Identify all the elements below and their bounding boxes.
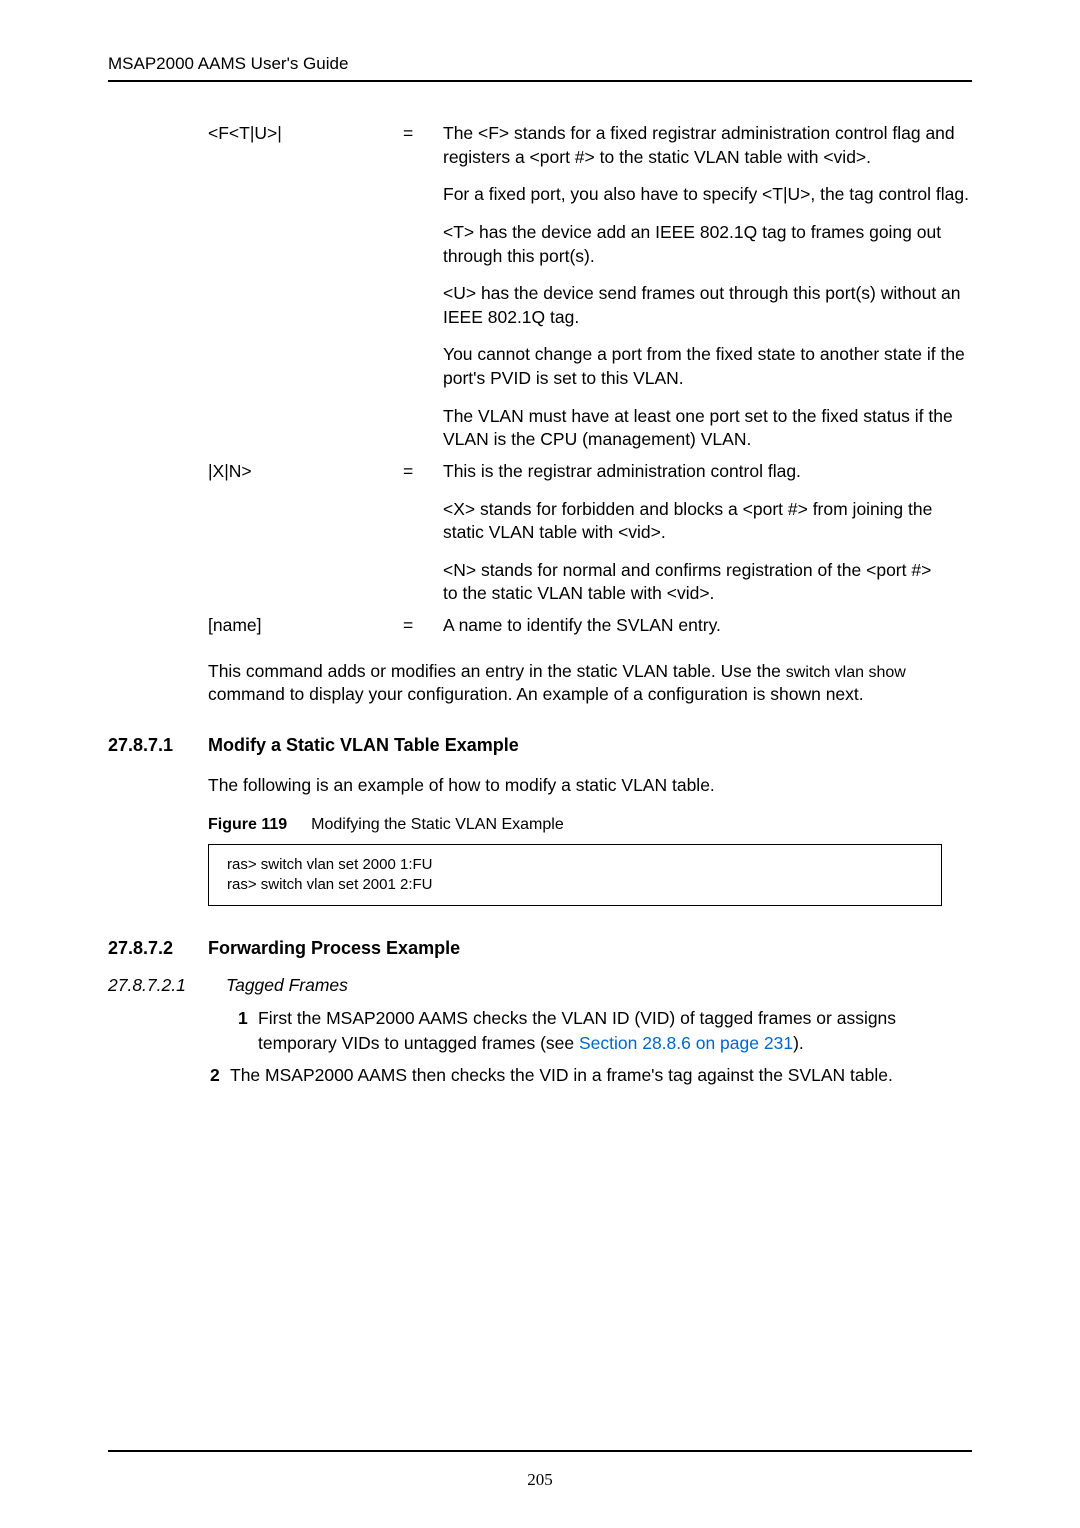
- section-title: Forwarding Process Example: [208, 938, 460, 959]
- list-text-run: ).: [793, 1033, 804, 1053]
- section-title: Modify a Static VLAN Table Example: [208, 735, 519, 756]
- numbered-list: 1 First the MSAP2000 AAMS checks the VLA…: [238, 1006, 972, 1088]
- equals-sign: =: [403, 614, 443, 638]
- definition-row: <F<T|U>| = The <F> stands for a fixed re…: [208, 122, 972, 456]
- body-paragraph: The following is an example of how to mo…: [208, 774, 972, 798]
- definition-term: |X|N>: [208, 460, 403, 484]
- definition-description: This is the registrar administration con…: [443, 460, 972, 610]
- subsection-heading: 27.8.7.2.1 Tagged Frames: [108, 975, 972, 996]
- list-item: 1 First the MSAP2000 AAMS checks the VLA…: [238, 1006, 972, 1055]
- list-number: 2: [210, 1063, 230, 1088]
- list-number: 1: [238, 1006, 258, 1055]
- definition-description: The <F> stands for a fixed registrar adm…: [443, 122, 972, 456]
- figure-title: Modifying the Static VLAN Example: [311, 816, 564, 833]
- definition-paragraph: <N> stands for normal and confirms regis…: [443, 559, 972, 606]
- section-heading: 27.8.7.1 Modify a Static VLAN Table Exam…: [108, 735, 972, 756]
- definition-paragraph: The <F> stands for a fixed registrar adm…: [443, 122, 972, 169]
- cross-reference-link[interactable]: Section 28.8.6 on page 231: [579, 1033, 793, 1053]
- subsection-title: Tagged Frames: [226, 975, 348, 996]
- definition-paragraph: <T> has the device add an IEEE 802.1Q ta…: [443, 221, 972, 268]
- list-text-run: The MSAP2000 AAMS then checks the VID in…: [230, 1065, 893, 1085]
- page-container: MSAP2000 AAMS User's Guide <F<T|U>| = Th…: [0, 0, 1080, 1528]
- definition-paragraph: The VLAN must have at least one port set…: [443, 405, 972, 452]
- definition-paragraph: For a fixed port, you also have to speci…: [443, 183, 972, 207]
- code-example-box: ras> switch vlan set 2000 1:FU ras> swit…: [208, 844, 942, 907]
- definition-paragraph: <U> has the device send frames out throu…: [443, 282, 972, 329]
- definition-paragraph: This is the registrar administration con…: [443, 460, 972, 484]
- equals-sign: =: [403, 460, 443, 484]
- section-number: 27.8.7.2: [108, 938, 208, 959]
- definition-table: <F<T|U>| = The <F> stands for a fixed re…: [208, 122, 972, 642]
- code-line: ras> switch vlan set 2000 1:FU: [227, 855, 923, 875]
- list-item: 2 The MSAP2000 AAMS then checks the VID …: [210, 1063, 972, 1088]
- definition-paragraph: <X> stands for forbidden and blocks a <p…: [443, 498, 972, 545]
- definition-description: A name to identify the SVLAN entry.: [443, 614, 972, 642]
- page-content: <F<T|U>| = The <F> stands for a fixed re…: [108, 82, 972, 1088]
- list-text: The MSAP2000 AAMS then checks the VID in…: [230, 1063, 972, 1088]
- inline-code: switch vlan show: [786, 664, 906, 681]
- footer-rule: [108, 1450, 972, 1452]
- body-text: command to display your configuration. A…: [208, 684, 864, 704]
- equals-sign: =: [403, 122, 443, 146]
- code-line: ras> switch vlan set 2001 2:FU: [227, 875, 923, 895]
- definition-row: |X|N> = This is the registrar administra…: [208, 460, 972, 610]
- figure-label: Figure 119: [208, 816, 287, 833]
- figure-caption: Figure 119 Modifying the Static VLAN Exam…: [208, 816, 972, 834]
- page-header-title: MSAP2000 AAMS User's Guide: [108, 54, 972, 82]
- body-text: This command adds or modifies an entry i…: [208, 661, 786, 681]
- section-heading: 27.8.7.2 Forwarding Process Example: [108, 938, 972, 959]
- subsection-number: 27.8.7.2.1: [108, 975, 226, 996]
- definition-term: [name]: [208, 614, 403, 638]
- list-text: First the MSAP2000 AAMS checks the VLAN …: [258, 1006, 972, 1055]
- page-number: 205: [0, 1470, 1080, 1490]
- definition-term: <F<T|U>|: [208, 122, 403, 146]
- definition-row: [name] = A name to identify the SVLAN en…: [208, 614, 972, 642]
- body-paragraph: This command adds or modifies an entry i…: [208, 660, 972, 707]
- definition-paragraph: You cannot change a port from the fixed …: [443, 343, 972, 390]
- definition-paragraph: A name to identify the SVLAN entry.: [443, 614, 972, 638]
- section-number: 27.8.7.1: [108, 735, 208, 756]
